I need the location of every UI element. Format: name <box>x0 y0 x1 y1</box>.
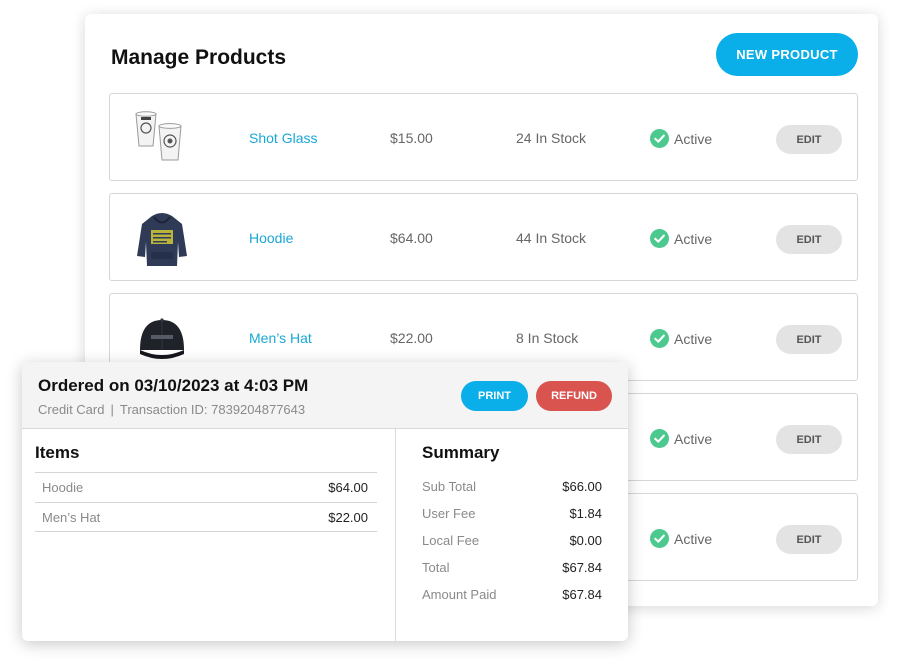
item-name: Men’s Hat <box>42 509 101 525</box>
summary-row-user-fee: User Fee $1.84 <box>422 500 602 527</box>
product-stock: 44 In Stock <box>516 230 587 246</box>
check-circle-icon <box>650 529 669 548</box>
table-row: Hoodie $64.00 <box>35 472 377 502</box>
check-circle-icon <box>650 429 669 448</box>
product-name-link[interactable]: Men’s Hat <box>249 330 312 346</box>
status-label: Active <box>674 130 713 147</box>
product-name-link[interactable]: Shot Glass <box>249 130 317 146</box>
items-table: Hoodie $64.00 Men’s Hat $22.00 <box>35 472 377 532</box>
status-label: Active <box>674 230 713 247</box>
summary-label: Amount Paid <box>422 587 497 602</box>
meta-separator: | <box>110 402 114 417</box>
column-divider <box>395 429 396 641</box>
item-price: $22.00 <box>328 509 368 525</box>
summary-row-amount-paid: Amount Paid $67.84 <box>422 581 602 608</box>
product-row: Hoodie $64.00 44 In Stock Active EDIT <box>109 193 858 281</box>
status-badge: Active <box>650 229 712 248</box>
summary-row-local-fee: Local Fee $0.00 <box>422 527 602 554</box>
summary-heading: Summary <box>422 443 500 462</box>
product-price: $15.00 <box>390 130 433 146</box>
transaction-id: Transaction ID: 7839204877643 <box>119 402 306 417</box>
product-price: $64.00 <box>390 230 433 246</box>
edit-button[interactable]: EDIT <box>776 125 842 154</box>
summary-label: Sub Total <box>422 479 476 494</box>
items-heading: Items <box>35 443 80 462</box>
summary-row-total: Total $67.84 <box>422 554 602 581</box>
table-row: Men’s Hat $22.00 <box>35 502 377 532</box>
edit-button[interactable]: EDIT <box>776 425 842 454</box>
payment-method: Credit Card <box>38 402 105 417</box>
status-badge: Active <box>650 129 712 148</box>
summary-value: $67.84 <box>562 560 602 575</box>
order-meta: Credit Card | Transaction ID: 7839204877… <box>38 402 305 417</box>
check-circle-icon <box>650 129 669 148</box>
summary-value: $66.00 <box>562 479 602 494</box>
summary-value: $1.84 <box>569 506 602 521</box>
item-price: $64.00 <box>328 480 368 495</box>
check-circle-icon <box>650 329 669 348</box>
item-name: Hoodie <box>42 480 84 495</box>
product-row: Shot Glass $15.00 24 In Stock Active EDI… <box>109 93 858 181</box>
status-label: Active <box>674 430 713 447</box>
edit-button[interactable]: EDIT <box>776 225 842 254</box>
product-name-link[interactable]: Hoodie <box>249 230 293 246</box>
order-title: Ordered on 03/10/2023 at 4:03 PM <box>38 376 309 395</box>
summary-table: Sub Total $66.00 User Fee $1.84 Local Fe… <box>422 473 602 608</box>
edit-button[interactable]: EDIT <box>776 525 842 554</box>
summary-value: $0.00 <box>569 533 602 548</box>
summary-label: User Fee <box>422 506 476 521</box>
order-details-card: Ordered on 03/10/2023 at 4:03 PM Credit … <box>22 362 628 641</box>
hoodie-icon <box>132 208 192 268</box>
summary-label: Local Fee <box>422 533 480 548</box>
page-title: Manage Products <box>111 46 287 69</box>
status-badge: Active <box>650 429 712 448</box>
hat-icon <box>132 308 192 368</box>
status-label: Active <box>674 530 713 547</box>
status-badge: Active <box>650 529 712 548</box>
product-stock: 24 In Stock <box>516 130 587 146</box>
refund-button[interactable]: REFUND <box>536 381 612 411</box>
status-badge: Active <box>650 329 712 348</box>
summary-value: $67.84 <box>562 587 602 602</box>
print-button[interactable]: PRINT <box>461 381 528 411</box>
new-product-button[interactable]: NEW PRODUCT <box>716 33 858 76</box>
product-stock: 8 In Stock <box>516 330 579 346</box>
check-circle-icon <box>650 229 669 248</box>
summary-label: Total <box>422 560 450 575</box>
order-header: Ordered on 03/10/2023 at 4:03 PM Credit … <box>22 362 628 429</box>
product-price: $22.00 <box>390 330 433 346</box>
status-label: Active <box>674 330 713 347</box>
edit-button[interactable]: EDIT <box>776 325 842 354</box>
shot-glass-icon <box>132 108 192 168</box>
summary-row-subtotal: Sub Total $66.00 <box>422 473 602 500</box>
